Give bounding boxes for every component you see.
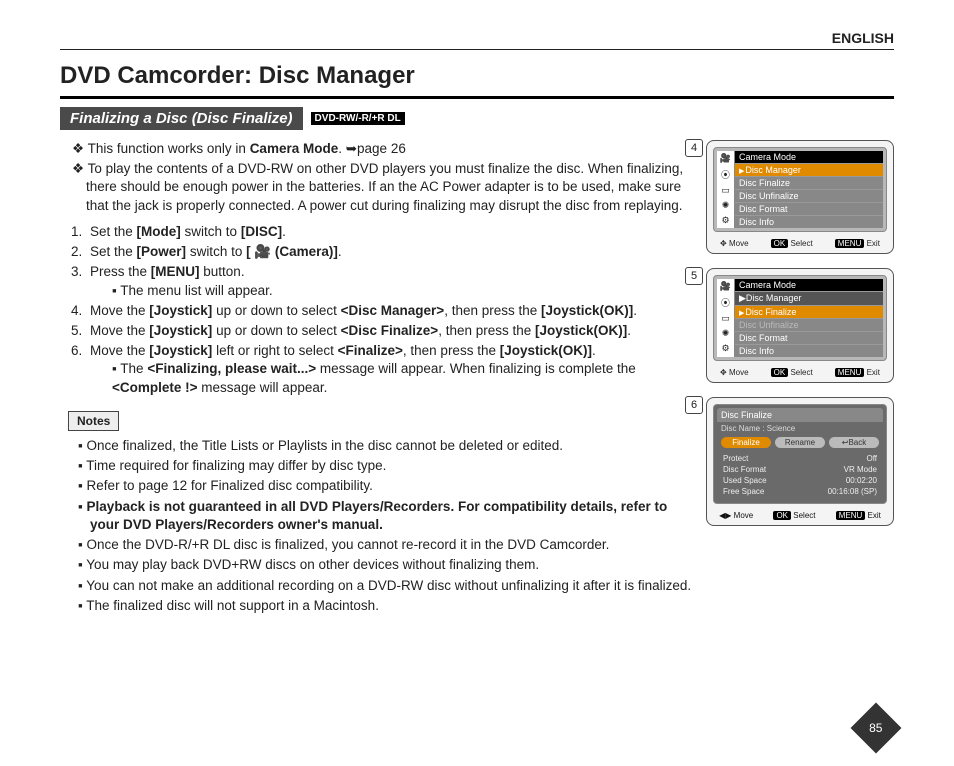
step-sub: The <Finalizing, please wait...> message… xyxy=(108,360,696,396)
page-title: DVD Camcorder: Disc Manager xyxy=(60,62,894,99)
osd-panel-4: 4 🎥 ⦿ ▭ ✺ ⚙ Camera Mode Disc ManagerDisc… xyxy=(706,140,894,254)
steps-list: Set the [Mode] switch to [DISC]. Set the … xyxy=(86,223,696,397)
memory-icon: ▭ xyxy=(721,313,730,324)
arrows-icon: ✥ xyxy=(720,368,727,377)
osd-menu-item: Disc Format xyxy=(735,202,883,215)
osd-title: Camera Mode xyxy=(735,279,883,291)
panel-number: 6 xyxy=(685,396,703,414)
osd-menu: Camera Mode ▶Disc ManagerDisc FinalizeDi… xyxy=(735,279,883,357)
display-icon: ✺ xyxy=(722,200,730,211)
disc-name-label: Disc Name : Science xyxy=(717,422,883,435)
step-item: Move the [Joystick] up or down to select… xyxy=(86,322,696,340)
osd-panel-6: 6 Disc Finalize Disc Name : Science Fina… xyxy=(706,397,894,526)
move-label: Move xyxy=(729,239,749,248)
memory-icon: ▭ xyxy=(721,185,730,196)
osd-button-row: Finalize Rename ↩Back xyxy=(717,435,883,450)
select-label: Select xyxy=(793,511,815,520)
osd-menu-item: Disc Finalize xyxy=(735,305,883,318)
osd-menu: Camera Mode Disc ManagerDisc FinalizeDis… xyxy=(735,151,883,228)
menu-button-icon: MENU xyxy=(835,368,865,377)
osd-panel-5: 5 🎥 ⦿ ▭ ✺ ⚙ Camera Mode ▶Disc ManagerDis… xyxy=(706,268,894,383)
intro-item: To play the contents of a DVD-RW on othe… xyxy=(72,160,696,215)
osd-info-row: ProtectOff xyxy=(723,453,877,464)
step-item: Move the [Joystick] up or down to select… xyxy=(86,302,696,320)
exit-label: Exit xyxy=(867,239,880,248)
gear-icon: ⚙ xyxy=(721,343,729,354)
osd-info: ProtectOffDisc FormatVR ModeUsed Space00… xyxy=(717,450,883,500)
disc-icon: ⦿ xyxy=(721,296,730,309)
note-item: Once finalized, the Title Lists or Playl… xyxy=(78,437,696,455)
notes-label: Notes xyxy=(68,411,119,431)
ok-button-icon: OK xyxy=(771,368,789,377)
manual-page: ENGLISH DVD Camcorder: Disc Manager Fina… xyxy=(60,30,894,617)
osd-header: Disc Finalize xyxy=(717,408,883,422)
osd-menu-item: Disc Format xyxy=(735,331,883,344)
move-label: Move xyxy=(734,511,754,520)
osd-info-row: Used Space00:02:20 xyxy=(723,475,877,486)
camera-icon: 🎥 xyxy=(720,153,731,164)
osd-pill-button: Finalize xyxy=(721,437,771,448)
subtitle-bar: Finalizing a Disc (Disc Finalize) DVD-RW… xyxy=(60,107,894,130)
osd-menu-item: ▶Disc Manager xyxy=(735,291,883,305)
camera-icon: 🎥 xyxy=(720,281,731,292)
intro-list: This function works only in Camera Mode.… xyxy=(72,140,696,215)
intro-item: This function works only in Camera Mode.… xyxy=(72,140,696,158)
lr-arrows-icon: ◀▶ xyxy=(719,511,731,520)
osd-pill-button: Rename xyxy=(775,437,825,448)
note-item: You may play back DVD+RW discs on other … xyxy=(78,556,696,574)
note-item: Refer to page 12 for Finalized disc comp… xyxy=(78,477,696,495)
screenshots-column: 4 🎥 ⦿ ▭ ✺ ⚙ Camera Mode Disc ManagerDisc… xyxy=(706,140,894,617)
select-label: Select xyxy=(790,239,812,248)
disc-icon: ⦿ xyxy=(721,168,730,181)
panel-number: 4 xyxy=(685,139,703,157)
notes-list: Once finalized, the Title Lists or Playl… xyxy=(78,437,696,615)
osd-icons: 🎥 ⦿ ▭ ✺ ⚙ xyxy=(717,151,735,228)
exit-label: Exit xyxy=(868,511,881,520)
osd-menu-item: Disc Unfinalize xyxy=(735,318,883,331)
display-icon: ✺ xyxy=(722,328,730,339)
osd-info-row: Disc FormatVR Mode xyxy=(723,464,877,475)
osd-footer: ◀▶ Move OK Select MENU Exit xyxy=(707,508,893,525)
step-sub: The menu list will appear. xyxy=(108,282,696,300)
arrows-icon: ✥ xyxy=(720,239,727,248)
osd-pill-button: ↩Back xyxy=(829,437,879,448)
section-subtitle: Finalizing a Disc (Disc Finalize) xyxy=(60,107,303,130)
step-item: Set the [Mode] switch to [DISC]. xyxy=(86,223,696,241)
ok-button-icon: OK xyxy=(773,511,791,520)
osd-menu-item: Disc Manager xyxy=(735,163,883,176)
gear-icon: ⚙ xyxy=(721,215,729,226)
osd-title: Camera Mode xyxy=(735,151,883,163)
note-item: Once the DVD-R/+R DL disc is finalized, … xyxy=(78,536,696,554)
step-item: Press the [MENU] button.The menu list wi… xyxy=(86,263,696,299)
panel-number: 5 xyxy=(685,267,703,285)
note-item: You can not make an additional recording… xyxy=(78,577,696,595)
osd-icons: 🎥 ⦿ ▭ ✺ ⚙ xyxy=(717,279,735,357)
osd-footer: ✥ Move OK Select MENU Exit xyxy=(707,365,893,382)
osd-menu-item: Disc Unfinalize xyxy=(735,189,883,202)
exit-label: Exit xyxy=(867,368,880,377)
step-item: Move the [Joystick] left or right to sel… xyxy=(86,342,696,397)
note-item: Time required for finalizing may differ … xyxy=(78,457,696,475)
note-item: Playback is not guaranteed in all DVD Pl… xyxy=(78,498,696,534)
disc-type-tag: DVD-RW/-R/+R DL xyxy=(311,112,405,125)
note-item: The finalized disc will not support in a… xyxy=(78,597,696,615)
osd-footer: ✥ Move OK Select MENU Exit xyxy=(707,236,893,253)
menu-button-icon: MENU xyxy=(836,511,866,520)
select-label: Select xyxy=(790,368,812,377)
ok-button-icon: OK xyxy=(771,239,789,248)
main-text-column: This function works only in Camera Mode.… xyxy=(60,140,696,617)
move-label: Move xyxy=(729,368,749,377)
osd-info-row: Free Space00:16:08 (SP) xyxy=(723,486,877,497)
osd-menu-item: Disc Info xyxy=(735,215,883,228)
language-label: ENGLISH xyxy=(60,30,894,50)
menu-button-icon: MENU xyxy=(835,239,865,248)
step-item: Set the [Power] switch to [ 🎥 (Camera)]. xyxy=(86,243,696,261)
osd-menu-item: Disc Info xyxy=(735,344,883,357)
osd-menu-item: Disc Finalize xyxy=(735,176,883,189)
page-number: 85 xyxy=(851,703,902,754)
